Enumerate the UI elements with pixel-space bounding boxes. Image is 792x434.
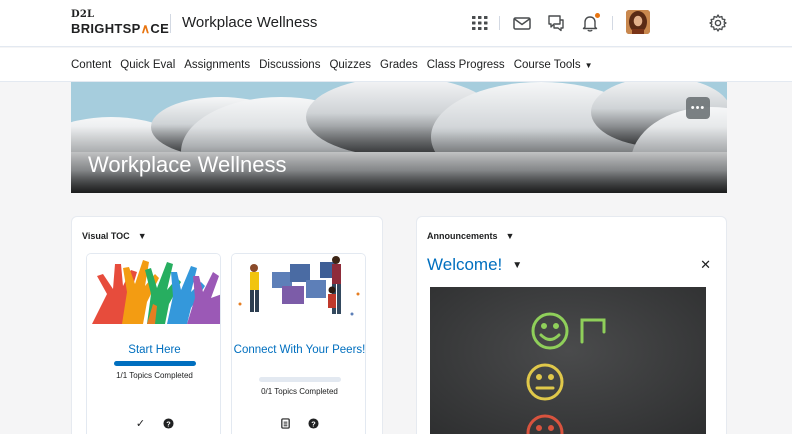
chevron-down-icon: ▼ — [584, 60, 593, 70]
grid-icon[interactable] — [470, 13, 490, 33]
nav-course-tools[interactable]: Course Tools ▼ — [514, 59, 593, 71]
nav-class-progress[interactable]: Class Progress — [427, 59, 505, 71]
top-header: D2L BRIGHTSP∧CE Workplace Wellness — [0, 0, 792, 47]
nav-discussions[interactable]: Discussions — [259, 59, 320, 71]
toc-card-connect-with-peers[interactable]: Connect With Your Peers! 0/1 Topics Comp… — [231, 253, 366, 434]
help-icon[interactable]: ? — [163, 417, 175, 429]
svg-text:?: ? — [311, 419, 316, 428]
nav-content[interactable]: Content — [71, 59, 111, 71]
help-icon[interactable]: ? — [308, 417, 320, 429]
notification-dot — [595, 13, 600, 18]
header-separator — [612, 16, 613, 30]
chevron-down-icon[interactable]: ▼ — [512, 260, 522, 271]
banner-title: Workplace Wellness — [88, 152, 287, 177]
d2l-brightspace-logo[interactable]: D2L BRIGHTSP∧CE — [71, 9, 170, 36]
close-icon[interactable]: ✕ — [700, 257, 711, 273]
document-icon — [280, 417, 292, 429]
nav-quick-eval[interactable]: Quick Eval — [120, 59, 175, 71]
course-title[interactable]: Workplace Wellness — [182, 14, 317, 31]
logo-d2l-text: D2L — [71, 9, 95, 20]
card-title[interactable]: Start Here — [87, 342, 220, 358]
chat-icon[interactable] — [546, 13, 566, 33]
visual-toc-title[interactable]: Visual TOC ▼ — [82, 231, 147, 241]
course-navbar: Content Quick Eval Assignments Discussio… — [0, 48, 792, 82]
progress-bar — [114, 361, 196, 366]
chevron-down-icon[interactable]: ▼ — [138, 231, 147, 241]
mail-icon[interactable] — [512, 13, 532, 33]
progress-text: 0/1 Topics Completed — [261, 387, 338, 396]
announcement-heading-text[interactable]: Welcome! — [427, 255, 502, 275]
banner-options-button[interactable]: ••• — [686, 97, 710, 119]
visual-toc-title-text: Visual TOC — [82, 231, 130, 241]
toc-card-start-here[interactable]: Start Here 1/1 Topics Completed ✓ ? — [86, 253, 221, 434]
announcement-heading[interactable]: Welcome! ▼ — [427, 255, 522, 275]
course-banner: Workplace Wellness ••• — [71, 82, 727, 193]
header-divider — [170, 14, 171, 33]
svg-text:?: ? — [166, 419, 171, 428]
logo-brightspace-text: BRIGHTSP∧CE — [71, 21, 170, 36]
checkmark-icon: ✓ — [135, 417, 146, 430]
nav-assignments[interactable]: Assignments — [184, 59, 250, 71]
bell-icon[interactable] — [580, 13, 600, 33]
progress-bar — [259, 377, 341, 382]
nav-quizzes[interactable]: Quizzes — [329, 59, 371, 71]
gear-icon[interactable] — [708, 13, 728, 33]
progress-text: 1/1 Topics Completed — [116, 371, 193, 380]
announcements-title[interactable]: Announcements ▼ — [427, 231, 514, 241]
nav-grades[interactable]: Grades — [380, 59, 418, 71]
progress-fill — [114, 361, 196, 366]
visual-toc-widget: Visual TOC ▼ Start Here 1/1 Topics Compl… — [71, 216, 383, 434]
chevron-down-icon[interactable]: ▼ — [506, 231, 515, 241]
chalkboard-smileys-image — [430, 287, 706, 434]
avatar[interactable] — [626, 10, 650, 34]
raised-hands-image — [87, 254, 220, 324]
puzzle-people-image — [232, 254, 365, 324]
announcements-widget: Announcements ▼ Welcome! ▼ ✕ — [416, 216, 727, 434]
card-title[interactable]: Connect With Your Peers! — [232, 342, 365, 358]
announcements-title-text: Announcements — [427, 231, 498, 241]
header-separator — [499, 16, 500, 30]
